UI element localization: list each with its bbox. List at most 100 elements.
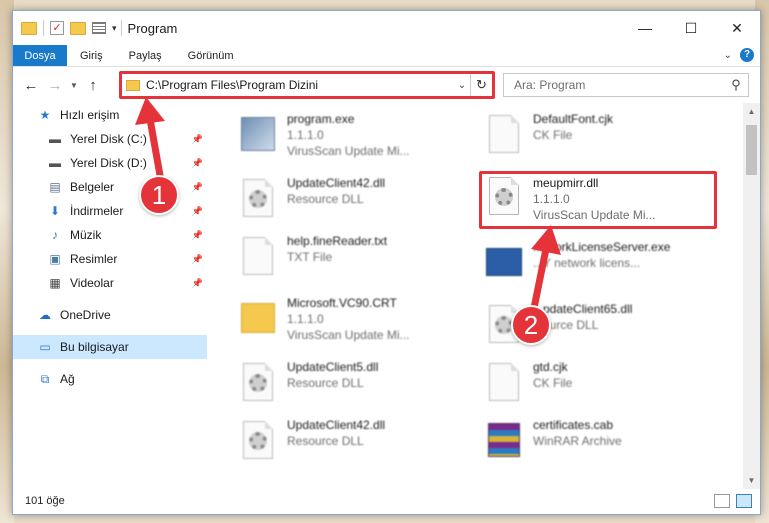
tab-file[interactable]: Dosya <box>13 45 67 66</box>
new-folder-icon[interactable] <box>70 21 86 35</box>
search-icon[interactable]: ⚲ <box>724 77 748 93</box>
sidebar-item-label: Müzik <box>70 228 102 242</box>
folder-icon <box>21 21 37 35</box>
annotation-badge-2: 2 <box>511 305 551 345</box>
folder-icon <box>126 79 140 91</box>
toolbar-divider <box>43 20 44 36</box>
file-item-certificates-cab[interactable]: certificates.cab WinRAR Archive <box>481 417 711 475</box>
forward-button[interactable]: → <box>43 73 67 97</box>
sidebar-item-label: Resimler <box>70 252 118 266</box>
file-item-networklicenseserver-exe[interactable]: ...tworkLicenseServer.exe ...Y network l… <box>481 239 711 297</box>
blank-file-icon <box>481 111 527 157</box>
status-bar: 101 öğe <box>13 488 760 514</box>
maximize-button[interactable]: ☐ <box>668 11 714 45</box>
file-item-vc90-crt[interactable]: Microsoft.VC90.CRT 1.1.1.0 VirusScan Upd… <box>235 295 465 353</box>
file-name: Microsoft.VC90.CRT <box>287 296 397 310</box>
address-path[interactable]: C:\Program Files\Program Dizini <box>146 78 454 92</box>
navigation-pane: ★ Hızlı erişim ▬ Yerel Disk (C:) 📌 ▬ Yer… <box>13 103 207 489</box>
sidebar-item-music[interactable]: ♪ Müzik 📌 <box>13 223 207 247</box>
close-button[interactable]: ✕ <box>714 11 760 45</box>
annotation-badge-1: 1 <box>139 175 179 215</box>
recent-locations-chevron-icon[interactable]: ▼ <box>67 73 81 97</box>
properties-icon[interactable] <box>92 22 106 34</box>
file-item-defaultfont-cjk[interactable]: DefaultFont.cjk CK File <box>481 111 711 169</box>
sidebar-item-label: Bu bilgisayar <box>60 340 129 354</box>
file-name: help.fineReader.txt <box>287 234 388 248</box>
item-count: 101 öğe <box>25 495 65 507</box>
tab-view[interactable]: Görünüm <box>175 45 247 66</box>
large-icons-view-icon[interactable] <box>736 494 752 508</box>
file-item-updateclient42-dll-2[interactable]: UpdateClient42.dll Resource DLL <box>235 417 465 475</box>
scroll-up-icon[interactable]: ▲ <box>743 103 760 120</box>
sidebar-item-label: Yerel Disk (D:) <box>70 156 147 170</box>
scrollbar-thumb[interactable] <box>746 125 757 175</box>
properties-check-icon[interactable]: ✓ <box>50 21 64 35</box>
pin-icon[interactable]: 📌 <box>192 134 203 145</box>
file-version: 1.1.1.0 <box>287 128 324 142</box>
sidebar-item-label: Hızlı erişim <box>60 108 120 122</box>
file-name: UpdateClient5.dll <box>287 360 379 374</box>
pin-icon[interactable]: 📌 <box>192 278 203 289</box>
file-item-gtd-cjk[interactable]: gtd.cjk CK File <box>481 359 711 417</box>
back-button[interactable]: ← <box>19 73 43 97</box>
pin-icon[interactable]: 📌 <box>192 182 203 193</box>
folder-icon <box>235 295 281 341</box>
file-version: 1.1.1.0 <box>533 192 570 206</box>
quick-access-toolbar: ✓ ▾ <box>13 20 117 36</box>
file-item-program-exe[interactable]: program.exe 1.1.1.0 VirusScan Update Mi.… <box>235 111 465 169</box>
pin-icon[interactable]: 📌 <box>192 254 203 265</box>
sidebar-item-label: Videolar <box>70 276 114 290</box>
help-icon[interactable]: ? <box>740 48 754 62</box>
sidebar-item-downloads[interactable]: ⬇ İndirmeler 📌 <box>13 199 207 223</box>
address-history-chevron-icon[interactable]: ⌄ <box>454 80 470 91</box>
search-input[interactable]: Ara: Program <box>514 78 724 92</box>
sidebar-item-quick-access[interactable]: ★ Hızlı erişim <box>13 103 207 127</box>
pin-icon[interactable]: 📌 <box>192 158 203 169</box>
file-name: UpdateClient42.dll <box>287 176 386 190</box>
sidebar-item-onedrive[interactable]: ☁ OneDrive <box>13 303 207 327</box>
expand-ribbon-chevron-icon[interactable]: ⌄ <box>724 50 732 61</box>
exe-icon <box>235 111 281 157</box>
sidebar-item-label: İndirmeler <box>70 204 124 218</box>
vertical-scrollbar[interactable]: ▲ ▼ <box>743 103 760 489</box>
file-name: UpdateClient42.dll <box>287 418 386 432</box>
file-item-meupmirr-dll[interactable]: meupmirr.dll 1.1.1.0 VirusScan Update Mi… <box>481 173 711 231</box>
address-bar[interactable]: C:\Program Files\Program Dizini ⌄ ↻ <box>119 73 493 97</box>
file-item-updateclient42-dll[interactable]: UpdateClient42.dll Resource DLL <box>235 175 465 233</box>
title-bar: ✓ ▾ Program — ☐ ✕ <box>13 11 760 45</box>
tab-home[interactable]: Giriş <box>67 45 116 66</box>
file-item-help-txt[interactable]: help.fineReader.txt TXT File <box>235 233 465 291</box>
sidebar-item-pictures[interactable]: ▣ Resimler 📌 <box>13 247 207 271</box>
navigation-bar: ← → ▼ ↑ C:\Program Files\Program Dizini … <box>13 67 760 103</box>
minimize-button[interactable]: — <box>622 11 668 45</box>
ribbon-tabs: Dosya Giriş Paylaş Görünüm ⌄ ? <box>13 45 760 67</box>
pin-icon[interactable]: 📌 <box>192 230 203 241</box>
sidebar-item-local-disk-d[interactable]: ▬ Yerel Disk (D:) 📌 <box>13 151 207 175</box>
file-item-updateclient5-dll[interactable]: UpdateClient5.dll Resource DLL <box>235 359 465 417</box>
file-type: CK File <box>533 376 573 390</box>
onedrive-icon: ☁ <box>39 308 51 322</box>
sidebar-item-network[interactable]: ⧉ Ağ <box>13 367 207 391</box>
sidebar-item-local-disk-c[interactable]: ▬ Yerel Disk (C:) 📌 <box>13 127 207 151</box>
ribbon-right-controls: ⌄ ? <box>724 48 754 62</box>
customize-toolbar-chevron-icon[interactable]: ▾ <box>112 23 117 34</box>
file-description: VirusScan Update Mi... <box>287 144 410 158</box>
details-view-icon[interactable] <box>714 494 730 508</box>
file-type: WinRAR Archive <box>533 434 622 448</box>
file-type: CK File <box>533 128 573 142</box>
scroll-down-icon[interactable]: ▼ <box>743 472 760 489</box>
drive-icon: ▬ <box>49 132 61 146</box>
sidebar-item-videos[interactable]: ▦ Videolar 📌 <box>13 271 207 295</box>
file-type: ...Y network licens... <box>533 256 641 270</box>
refresh-icon[interactable]: ↻ <box>470 74 492 96</box>
pin-icon[interactable]: 📌 <box>192 206 203 217</box>
sidebar-item-label: Yerel Disk (C:) <box>70 132 147 146</box>
file-type: TXT File <box>287 250 333 264</box>
tab-share[interactable]: Paylaş <box>116 45 175 66</box>
up-button[interactable]: ↑ <box>81 73 105 97</box>
file-description: VirusScan Update Mi... <box>533 208 656 222</box>
search-box[interactable]: Ara: Program ⚲ <box>503 73 749 97</box>
dll-icon <box>235 175 281 221</box>
sidebar-item-this-pc[interactable]: ▭ Bu bilgisayar <box>13 335 207 359</box>
